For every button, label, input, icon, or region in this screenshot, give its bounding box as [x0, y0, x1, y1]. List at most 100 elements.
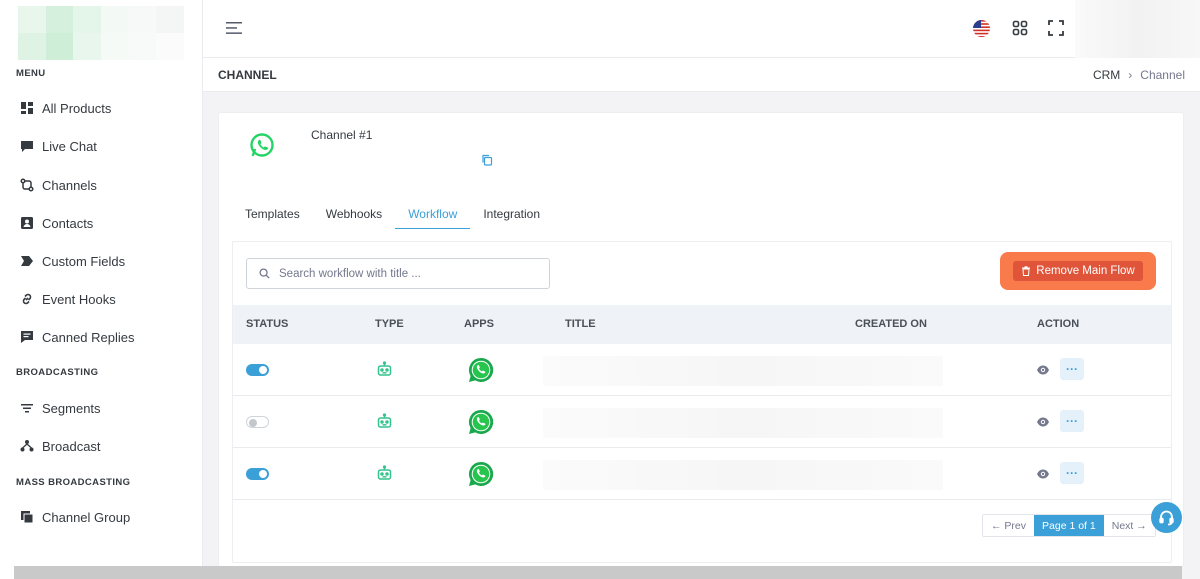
column-action: ACTION — [1037, 318, 1080, 330]
sidebar-item-custom-fields[interactable]: Custom Fields — [20, 249, 125, 273]
channel-tabs: Templates Webhooks Workflow Integration — [232, 201, 553, 229]
link-icon — [20, 292, 34, 306]
tab-templates[interactable]: Templates — [232, 201, 313, 229]
search-input[interactable] — [279, 267, 539, 280]
chat-icon — [20, 139, 34, 153]
column-status: STATUS — [246, 318, 289, 330]
fullscreen-icon[interactable] — [1048, 20, 1064, 36]
copy-icon — [20, 510, 34, 524]
sidebar-item-broadcast[interactable]: Broadcast — [20, 434, 101, 458]
sidebar-item-contacts[interactable]: Contacts — [20, 211, 93, 235]
remove-main-flow-label: Remove Main Flow — [1036, 265, 1135, 277]
search-box — [246, 258, 550, 289]
pagination: ← Prev Page 1 of 1 Next → — [982, 514, 1156, 537]
tag-icon — [20, 254, 34, 268]
whatsapp-app-icon — [467, 408, 495, 436]
topbar — [203, 0, 1200, 58]
headset-icon — [1159, 510, 1174, 526]
workflow-title — [543, 460, 943, 490]
sidebar-item-label: Contacts — [42, 215, 94, 231]
sidebar-item-label: Broadcast — [42, 438, 101, 454]
sidebar-item-event-hooks[interactable]: Event Hooks — [20, 287, 116, 311]
sidebar-item-label: Event Hooks — [42, 291, 116, 307]
whatsapp-app-icon — [467, 460, 495, 488]
sidebar-item-label: Channel Group — [42, 509, 131, 525]
sidebar-item-canned-replies[interactable]: Canned Replies — [20, 325, 135, 349]
sidebar: MENU All Products Live Chat Channels Con… — [0, 0, 203, 579]
help-chat-button[interactable] — [1151, 502, 1182, 533]
us-flag-icon[interactable] — [973, 20, 990, 37]
contacts-icon — [20, 216, 34, 230]
remove-main-flow-highlight: Remove Main Flow — [1000, 252, 1156, 290]
sidebar-item-label: Segments — [42, 400, 101, 416]
table-row: ··· — [233, 396, 1171, 448]
eye-icon[interactable] — [1036, 363, 1050, 377]
trash-icon — [1022, 266, 1031, 276]
workflow-title — [543, 356, 943, 386]
status-toggle[interactable] — [246, 416, 269, 428]
channels-icon — [20, 178, 34, 192]
bot-icon — [376, 465, 393, 482]
workflow-panel: Remove Main Flow STATUS TYPE APPS TITLE … — [232, 241, 1172, 563]
sidebar-item-all-products[interactable]: All Products — [20, 96, 111, 120]
breadcrumb-channel: Channel — [1140, 68, 1185, 82]
table-header: STATUS TYPE APPS TITLE CREATED ON ACTION — [233, 305, 1171, 344]
column-title: TITLE — [565, 318, 596, 330]
workflow-title — [543, 408, 943, 438]
more-actions-button[interactable]: ··· — [1060, 462, 1084, 484]
sidebar-item-channel-group[interactable]: Channel Group — [20, 505, 130, 529]
bot-icon — [376, 361, 393, 378]
sidebar-item-label: All Products — [42, 100, 112, 116]
broadcast-icon — [20, 439, 34, 453]
more-actions-button[interactable]: ··· — [1060, 410, 1084, 432]
eye-icon[interactable] — [1036, 415, 1050, 429]
bot-icon — [376, 413, 393, 430]
column-type: TYPE — [375, 318, 404, 330]
page-title: CHANNEL — [218, 68, 277, 82]
sidebar-item-label: Canned Replies — [42, 329, 135, 345]
tab-integration[interactable]: Integration — [470, 201, 553, 229]
status-toggle[interactable] — [246, 364, 269, 376]
broadcasting-section-title: BROADCASTING — [16, 367, 99, 378]
user-profile[interactable] — [1075, 0, 1200, 58]
column-apps: APPS — [464, 318, 494, 330]
prev-page-button[interactable]: ← Prev — [983, 515, 1035, 536]
apps-grid-icon[interactable] — [1012, 20, 1028, 36]
page-title-bar: CHANNEL CRM › Channel — [203, 58, 1200, 92]
column-created-on: CREATED ON — [855, 318, 927, 330]
workflow-table: STATUS TYPE APPS TITLE CREATED ON ACTION — [233, 305, 1171, 500]
sidebar-item-channels[interactable]: Channels — [20, 173, 97, 197]
filter-icon — [20, 401, 34, 415]
brand-logo[interactable] — [18, 6, 184, 60]
table-row: ··· — [233, 344, 1171, 396]
next-page-button[interactable]: Next → — [1103, 515, 1155, 536]
grid-icon — [20, 101, 34, 115]
sidebar-item-label: Custom Fields — [42, 253, 126, 269]
eye-icon[interactable] — [1036, 467, 1050, 481]
menu-toggle-icon[interactable] — [225, 19, 243, 37]
whatsapp-icon — [249, 132, 275, 158]
horizontal-scrollbar[interactable] — [14, 566, 1182, 579]
channel-card: Channel #1 Templates Webhooks Workflow I… — [218, 112, 1184, 567]
sidebar-item-label: Channels — [42, 177, 97, 193]
message-icon — [20, 330, 34, 344]
channel-name: Channel #1 — [311, 128, 373, 142]
more-actions-button[interactable]: ··· — [1060, 358, 1084, 380]
copy-icon[interactable] — [481, 153, 493, 166]
sidebar-item-live-chat[interactable]: Live Chat — [20, 134, 97, 158]
tab-webhooks[interactable]: Webhooks — [313, 201, 395, 229]
current-page-indicator: Page 1 of 1 — [1034, 515, 1104, 536]
mass-broadcasting-section-title: MASS BROADCASTING — [16, 477, 131, 488]
breadcrumb: CRM › Channel — [1093, 68, 1185, 82]
status-toggle[interactable] — [246, 468, 269, 480]
sidebar-item-segments[interactable]: Segments — [20, 396, 101, 420]
tab-workflow[interactable]: Workflow — [395, 201, 471, 229]
whatsapp-app-icon — [467, 356, 495, 384]
remove-main-flow-button[interactable]: Remove Main Flow — [1013, 261, 1143, 281]
table-row: ··· — [233, 448, 1171, 500]
menu-section-title: MENU — [16, 68, 46, 79]
search-icon — [259, 268, 270, 279]
sidebar-item-label: Live Chat — [42, 138, 97, 154]
breadcrumb-crm[interactable]: CRM — [1093, 68, 1120, 82]
breadcrumb-separator-icon: › — [1128, 68, 1133, 82]
